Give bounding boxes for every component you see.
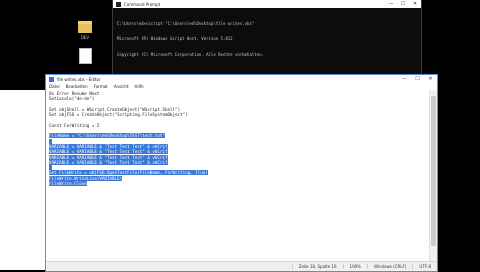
encoding: UTF-8	[412, 264, 437, 269]
editor-line-text: SetLocale("de-de")	[49, 96, 95, 102]
desktop-icon-dev-folder[interactable]: DEV	[70, 18, 100, 40]
notepad-title: file writes.vbs - Editor	[57, 76, 101, 82]
editor-line-text: Set objShell = WScript.CreateObject("WSc…	[49, 106, 181, 112]
editor-line-text: FileWrite.WriteLine(VARIABLE)	[49, 175, 123, 181]
background-window[interactable]	[0, 90, 49, 270]
minimize-button[interactable]: —	[398, 75, 411, 83]
cursor-position: Zeile 18, Spalte 16	[291, 264, 343, 269]
editor-line-text	[49, 138, 52, 144]
menu-bearbeiten[interactable]: Bearbeiten	[66, 84, 88, 89]
close-button[interactable]: ✕	[424, 75, 437, 83]
menu-datei[interactable]: Datei	[49, 84, 60, 89]
file-icon	[78, 48, 92, 64]
desktop-icon-label: DEV	[80, 35, 90, 40]
menu-format[interactable]: Format	[94, 84, 108, 89]
scrollbar-thumb[interactable]	[431, 96, 436, 246]
console-line: Copyright (C) Microsoft Corporation. All…	[117, 52, 264, 58]
console-line: Microsoft (R) Windows Script Host, Versi…	[117, 36, 233, 42]
editor-line-text: VARIABLE = VARIABLE & "Test Test Test" &…	[49, 154, 168, 160]
editor-line-text: Set FileWrite = objFSO.OpenTextFile(File…	[49, 170, 208, 176]
close-button[interactable]: ✕	[409, 0, 421, 8]
maximize-button[interactable]: ☐	[397, 0, 409, 8]
menu-ansicht[interactable]: Ansicht	[114, 84, 129, 89]
editor-line-text: On Error Resume Next	[49, 91, 100, 96]
notepad-titlebar[interactable]: file writes.vbs - Editor — ☐ ✕	[46, 75, 437, 83]
zoom-level: 100%	[342, 264, 367, 269]
menu-hilfe[interactable]: Hilfe	[135, 84, 144, 89]
text-editor-area[interactable]: On Error Resume Next SetLocale("de-de") Se…	[46, 90, 430, 262]
editor-line-text: VARIABLE = VARIABLE & "Test Test Test" &…	[49, 143, 168, 149]
desktop: DEV Command Prompt — ☐ ✕ C:\Users\ed>csc…	[0, 0, 480, 272]
desktop-icon-file[interactable]	[70, 48, 100, 66]
notepad-window[interactable]: file writes.vbs - Editor — ☐ ✕ Datei Bea…	[45, 74, 438, 272]
console-titlebar[interactable]: Command Prompt — ☐ ✕	[113, 0, 421, 8]
editor-line-text: VARIABLE = VARIABLE & "Test Test Test" &…	[49, 149, 168, 155]
console-app-icon	[116, 1, 121, 7]
vertical-scrollbar[interactable]	[429, 90, 437, 262]
minimize-button[interactable]: —	[385, 0, 397, 8]
editor-line-text: Set objFSO = CreateObject("Scripting.Fil…	[49, 112, 188, 118]
editor-line-text: VARIABLE = VARIABLE & "Test Test Test" &…	[49, 159, 168, 165]
editor-line: FileWrite.Close	[49, 181, 427, 187]
menu-bar: Datei Bearbeiten Format Ansicht Hilfe	[46, 83, 437, 90]
editor-line-text: FileName = "C:\Users\ed\Desktop\TEST\tes…	[49, 133, 165, 139]
maximize-button[interactable]: ☐	[411, 75, 424, 83]
line-ending: Windows (CRLF)	[366, 264, 412, 269]
folder-icon	[78, 21, 92, 33]
notepad-app-icon	[49, 76, 54, 82]
editor-line-text	[49, 165, 52, 171]
editor-line-text: FileWrite.Close	[49, 181, 87, 187]
console-title: Command Prompt	[124, 1, 161, 7]
editor-line-text: Const ForWriting = 2	[49, 122, 100, 128]
console-line: C:\Users\ed>cscript "C:\Users\ed\Desktop…	[117, 20, 255, 26]
